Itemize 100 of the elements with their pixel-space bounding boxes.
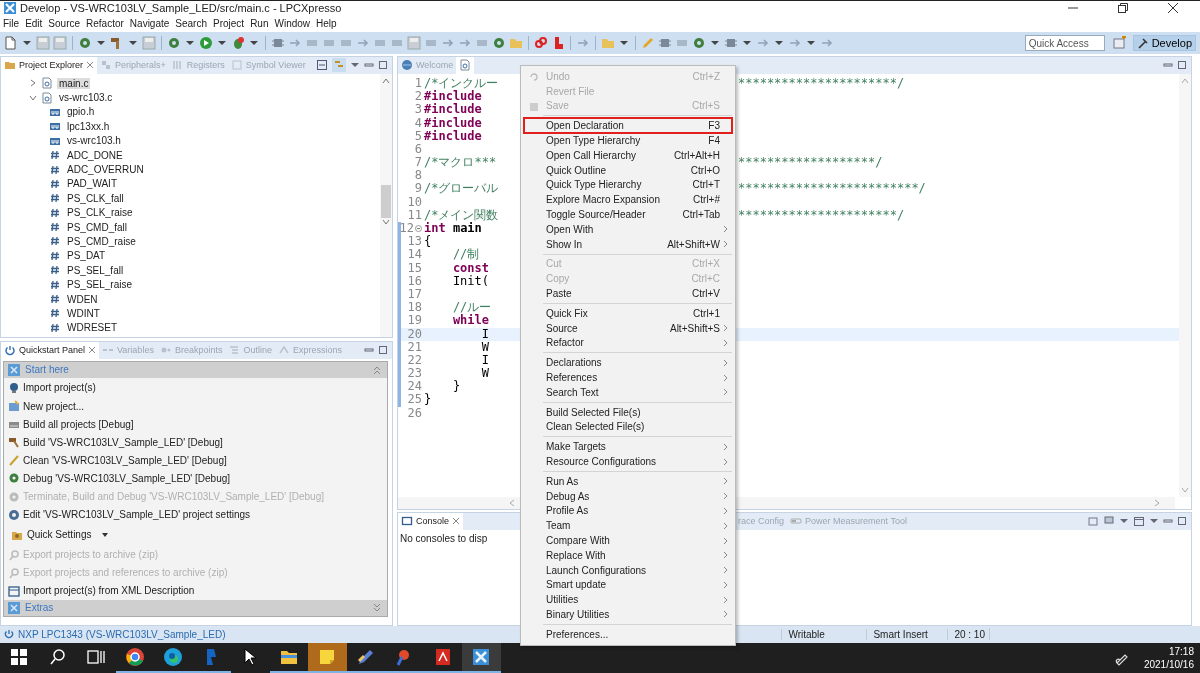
menu-item[interactable]: References <box>524 370 732 385</box>
quickstart-action[interactable]: New project... <box>4 397 387 416</box>
tree-item[interactable]: PS_CMD_fall <box>65 221 130 233</box>
menu-item[interactable]: Resource Configurations <box>524 454 732 469</box>
tree-item[interactable]: main.c <box>57 77 91 89</box>
perspective-button[interactable]: Develop <box>1132 35 1196 52</box>
quickstart-action[interactable]: Quick Settings <box>4 523 387 546</box>
menu-item[interactable]: Replace With <box>524 547 732 563</box>
menu-item[interactable]: Smart update <box>524 577 732 593</box>
menu-item[interactable]: Refactor <box>86 17 128 29</box>
tree-item[interactable]: PS_CLK_raise <box>65 207 135 219</box>
quick-access-field[interactable]: Quick Access <box>1024 35 1105 52</box>
line-number: 9 <box>414 182 422 196</box>
menu-item[interactable]: Show In Alt+Shift+W <box>524 236 732 252</box>
code-text: while <box>451 313 490 328</box>
code-text: /*グローバル <box>424 181 499 196</box>
code-text: #include <box>424 102 482 117</box>
menu-item[interactable]: Open Call Hierarchy Ctrl+Alt+H <box>524 148 732 163</box>
menu-item[interactable]: Launch Configurations <box>524 562 732 578</box>
menu-item[interactable]: Navigate <box>129 17 174 29</box>
menu-item[interactable]: Build Selected File(s) <box>524 404 732 420</box>
code-text: } <box>424 392 432 407</box>
line-number: 8 <box>414 169 422 183</box>
tree-item[interactable]: lpc13xx.h <box>65 120 112 132</box>
menu-item[interactable]: Declarations <box>524 355 732 371</box>
clock-time[interactable]: 17:18 <box>1168 644 1194 658</box>
tree-item[interactable]: PS_SEL_raise <box>65 279 135 291</box>
line-number: 23 <box>407 367 422 381</box>
code-text: #include <box>424 89 482 104</box>
quickstart-action[interactable]: Build all projects [Debug] <box>4 415 387 434</box>
quickstart-action[interactable]: Edit 'VS-WRC103LV_Sample_LED' project settings <box>4 505 387 524</box>
tree-item[interactable]: PS_SEL_fall <box>65 264 126 276</box>
quickstart-action[interactable]: Import project(s) <box>4 378 387 398</box>
menu-item[interactable]: Compare With <box>524 533 732 548</box>
tab[interactable]: Console <box>398 512 464 530</box>
code-text: Init( <box>451 273 490 288</box>
menu-item[interactable]: Open With <box>524 221 732 237</box>
menu-item[interactable]: Source <box>48 17 85 29</box>
menu-item[interactable]: Edit <box>25 17 47 29</box>
quickstart-action[interactable]: Debug 'VS-WRC103LV_Sample_LED' [Debug] <box>4 469 387 488</box>
clock-date[interactable]: 2021/10/16 <box>1143 657 1194 671</box>
menu-item[interactable]: Quick Outline Ctrl+O <box>524 162 732 178</box>
menu-item[interactable]: Open Declaration F3 <box>524 118 732 134</box>
tree-item[interactable]: PS_CLK_fall <box>65 192 126 204</box>
line-number: 3 <box>414 103 422 117</box>
tree-item[interactable]: WDEN <box>65 293 100 305</box>
tree-item[interactable]: PS_DAT <box>65 250 108 262</box>
menu-item[interactable]: Source Alt+Shift+S <box>524 320 732 336</box>
line-number: 5 <box>414 129 422 143</box>
code-text: const <box>451 260 490 275</box>
menu-item[interactable]: Debug As <box>524 488 732 504</box>
line-number: 12 <box>399 222 414 236</box>
tree-item[interactable]: vs-wrc103.h <box>65 135 123 147</box>
code-text: **********************/ <box>738 75 905 90</box>
quickstart-action[interactable]: Import project(s) from XML Description <box>4 581 387 600</box>
menu-item[interactable]: Help <box>316 17 341 29</box>
menu-item[interactable]: File <box>3 17 24 29</box>
tab[interactable]: Project Explorer <box>1 56 98 74</box>
status-target[interactable]: NXP LPC1343 (VS-WRC103LV_Sample_LED) <box>18 628 226 640</box>
menu-item[interactable]: Search Text <box>524 384 732 400</box>
code-text: W <box>480 366 490 381</box>
tree-item[interactable]: PAD_WAIT <box>65 178 119 190</box>
menu-item[interactable]: Utilities <box>524 592 732 608</box>
code-text: { <box>424 234 432 249</box>
menu-item[interactable]: Search <box>175 17 211 29</box>
tab[interactable]: Quickstart Panel <box>1 341 100 359</box>
menu-item[interactable]: Preferences... <box>524 626 732 642</box>
menu-item[interactable]: Quick Fix Ctrl+1 <box>524 305 732 321</box>
menu-item[interactable]: Open Type Hierarchy F4 <box>524 133 732 148</box>
tree-item[interactable]: WDRESET <box>65 322 119 334</box>
menu-item[interactable]: Team <box>524 518 732 534</box>
menu-item[interactable]: Binary Utilities <box>524 607 732 622</box>
tree-item[interactable]: vs-wrc103.c <box>57 92 115 104</box>
quickstart-action[interactable]: Clean 'VS-WRC103LV_Sample_LED' [Debug] <box>4 451 387 470</box>
menu-item[interactable]: Paste Ctrl+V <box>524 286 732 301</box>
tree-item[interactable]: ADC_OVERRUN <box>65 164 146 175</box>
code-text: #include <box>424 128 482 143</box>
tree-item[interactable]: WDINT <box>65 307 102 319</box>
menu-item[interactable]: Make Targets <box>524 439 732 455</box>
tree-item[interactable]: ADC_DONE <box>65 149 125 161</box>
code-text: /*メイン関数 <box>424 207 499 222</box>
menu-item[interactable]: Run <box>250 17 273 29</box>
menu-item[interactable]: Profile As <box>524 503 732 519</box>
menu-item[interactable]: Project <box>213 17 249 29</box>
line-number: 2 <box>414 90 422 104</box>
menu-item[interactable]: Explore Macro Expansion Ctrl+# <box>524 192 732 208</box>
quickstart-action[interactable]: Build 'VS-WRC103LV_Sample_LED' [Debug] <box>4 433 387 452</box>
line-number: 26 <box>407 406 422 420</box>
tree-item[interactable]: PS_CMD_raise <box>65 235 138 247</box>
menu-item[interactable]: Toggle Source/Header Ctrl+Tab <box>524 207 732 222</box>
console-message: No consoles to disp <box>400 532 488 544</box>
line-number: 22 <box>407 353 422 368</box>
menu-item[interactable]: Run As <box>524 473 732 489</box>
menu-item[interactable]: Clean Selected File(s) <box>524 419 732 435</box>
menu-item[interactable]: Quick Type Hierarchy Ctrl+T <box>524 177 732 193</box>
code-text: } <box>451 379 461 394</box>
code-text: W <box>480 339 490 354</box>
menu-item[interactable]: Window <box>274 17 315 29</box>
menu-item[interactable]: Refactor <box>524 335 732 351</box>
tree-item[interactable]: gpio.h <box>65 106 97 118</box>
